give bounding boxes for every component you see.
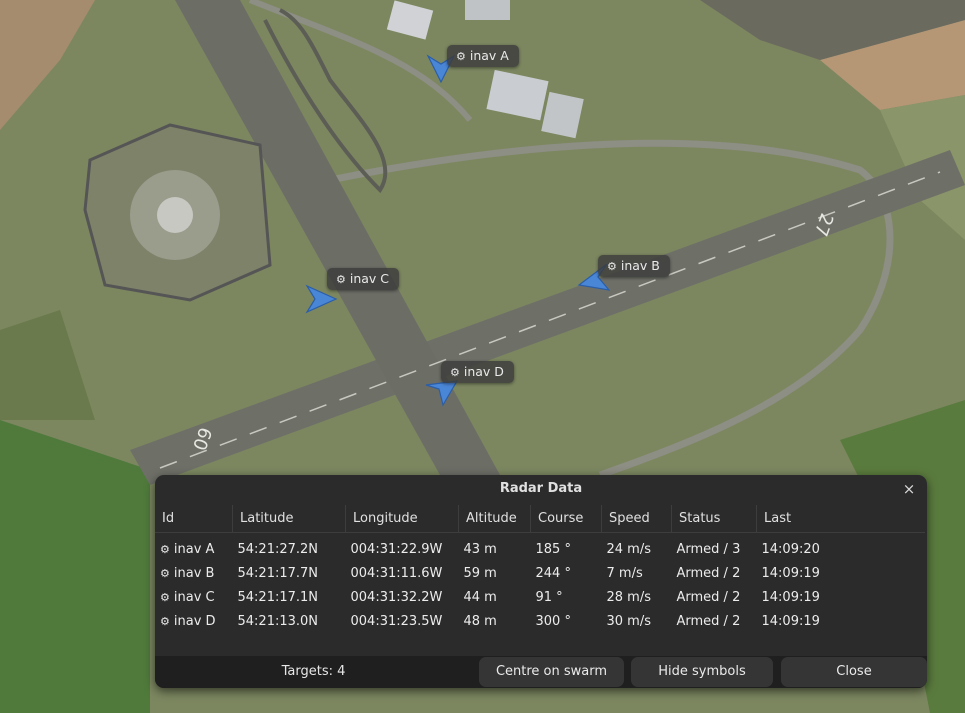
marker-label-inav-a[interactable]: ⚙ inav A <box>447 45 519 67</box>
cell-course: 244 ° <box>535 565 571 581</box>
table-row[interactable]: ⚙ inav A 54:21:27.2N 004:31:22.9W 43 m 18… <box>155 537 925 561</box>
column-header-status[interactable]: Status <box>671 505 757 533</box>
marker-label-inav-b[interactable]: ⚙ inav B <box>598 255 670 277</box>
cell-altitude: 59 m <box>463 565 497 581</box>
centre-on-swarm-button[interactable]: Centre on swarm <box>479 657 624 687</box>
cell-id: ⚙ inav B <box>155 561 233 585</box>
row-id: inav C <box>173 589 215 605</box>
cell-longitude: 004:31:32.2W <box>350 589 443 605</box>
cell-course: 91 ° <box>535 589 563 605</box>
cell-speed: 24 m/s <box>606 541 652 557</box>
cell-status: Armed / 2 <box>676 589 741 605</box>
column-header-course[interactable]: Course <box>530 505 602 533</box>
marker-name: inav B <box>620 258 660 273</box>
cell-altitude: 43 m <box>463 541 497 557</box>
cell-latitude: 54:21:17.1N <box>237 589 319 605</box>
cell-last: 14:09:19 <box>761 613 820 629</box>
dialog-title: Radar Data <box>499 481 583 496</box>
row-id: inav D <box>173 613 216 629</box>
marker-name: inav A <box>469 48 509 63</box>
gear-icon: ⚙ <box>456 50 466 63</box>
gear-icon: ⚙ <box>160 614 170 628</box>
dialog-action-bar: Targets: 4 Centre on swarm Hide symbols … <box>155 656 927 688</box>
cell-status: Armed / 2 <box>676 565 741 581</box>
cell-longitude: 004:31:11.6W <box>350 565 443 581</box>
hide-symbols-button[interactable]: Hide symbols <box>631 657 773 687</box>
cell-last: 14:09:19 <box>761 565 820 581</box>
cell-speed: 30 m/s <box>606 613 652 629</box>
column-header-id[interactable]: Id <box>155 505 233 533</box>
table-row[interactable]: ⚙ inav B 54:21:17.7N 004:31:11.6W 59 m 24… <box>155 561 925 585</box>
column-header-latitude[interactable]: Latitude <box>232 505 346 533</box>
table-row[interactable]: ⚙ inav D 54:21:13.0N 004:31:23.5W 48 m 30… <box>155 609 925 633</box>
column-header-altitude[interactable]: Altitude <box>458 505 531 533</box>
gear-icon: ⚙ <box>160 566 170 580</box>
cell-latitude: 54:21:13.0N <box>237 613 319 629</box>
cell-course: 300 ° <box>535 613 571 629</box>
cell-altitude: 48 m <box>463 613 497 629</box>
cell-altitude: 44 m <box>463 589 497 605</box>
cell-longitude: 004:31:22.9W <box>350 541 443 557</box>
cell-latitude: 54:21:27.2N <box>237 541 319 557</box>
row-id: inav A <box>173 541 215 557</box>
marker-name: inav D <box>463 364 504 379</box>
cell-latitude: 54:21:17.7N <box>237 565 319 581</box>
radar-data-dialog: Radar Data × Id Latitude Longitude Altit… <box>155 475 927 688</box>
table-row[interactable]: ⚙ inav C 54:21:17.1N 004:31:32.2W 44 m 91… <box>155 585 925 609</box>
gear-icon: ⚙ <box>607 260 617 273</box>
column-header-longitude[interactable]: Longitude <box>345 505 459 533</box>
cell-course: 185 ° <box>535 541 571 557</box>
marker-name: inav C <box>349 271 390 286</box>
cell-last: 14:09:19 <box>761 589 820 605</box>
table-header-row: Id Latitude Longitude Altitude Course Sp… <box>155 505 925 533</box>
gear-icon: ⚙ <box>450 366 460 379</box>
gear-icon: ⚙ <box>336 273 346 286</box>
cell-status: Armed / 2 <box>676 613 741 629</box>
cell-speed: 7 m/s <box>606 565 643 581</box>
gear-icon: ⚙ <box>160 590 170 604</box>
cell-speed: 28 m/s <box>606 589 652 605</box>
cell-last: 14:09:20 <box>761 541 820 557</box>
cell-longitude: 004:31:23.5W <box>350 613 443 629</box>
targets-count: Targets: 4 <box>281 664 346 679</box>
marker-label-inav-c[interactable]: ⚙ inav C <box>327 268 400 290</box>
row-id: inav B <box>173 565 215 581</box>
close-icon[interactable]: × <box>901 480 917 498</box>
close-button[interactable]: Close <box>781 657 927 687</box>
cell-id: ⚙ inav C <box>155 585 233 609</box>
cell-id: ⚙ inav A <box>155 537 233 561</box>
gear-icon: ⚙ <box>160 542 170 556</box>
cell-status: Armed / 3 <box>676 541 741 557</box>
column-header-last[interactable]: Last <box>756 505 925 533</box>
marker-label-inav-d[interactable]: ⚙ inav D <box>441 361 514 383</box>
column-header-speed[interactable]: Speed <box>601 505 672 533</box>
radar-table: Id Latitude Longitude Altitude Course Sp… <box>155 505 925 633</box>
cell-id: ⚙ inav D <box>155 609 233 633</box>
